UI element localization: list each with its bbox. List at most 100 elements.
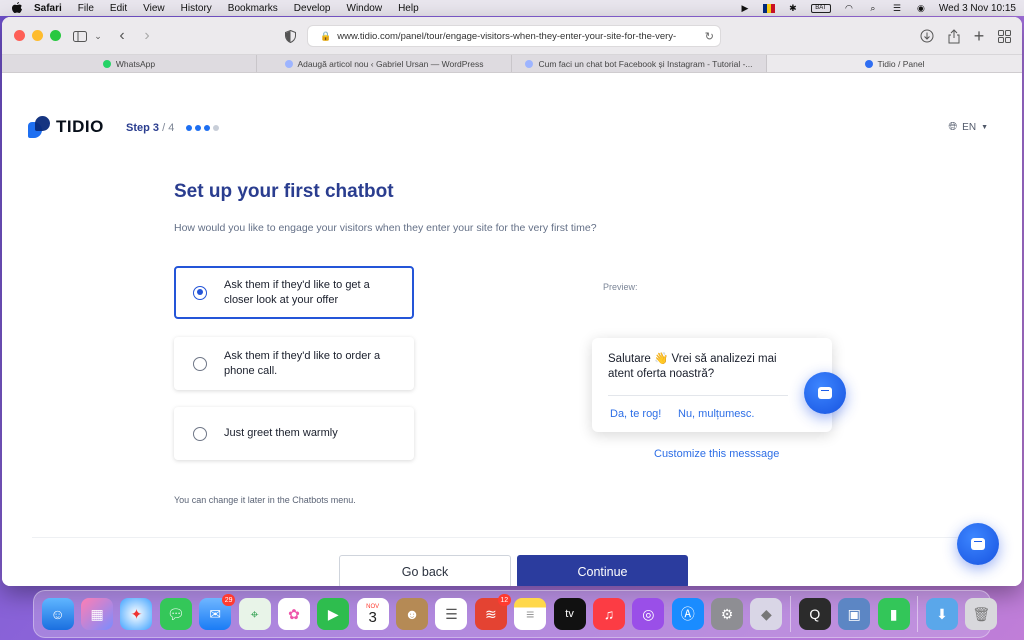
notes-icon[interactable]: ≡ — [514, 598, 547, 630]
siri-icon[interactable]: ◉ — [915, 3, 927, 13]
tab-bar: WhatsApp Adaugă articol nou ‹ Gabriel Ur… — [2, 55, 1022, 73]
menu-edit[interactable]: Edit — [110, 3, 127, 14]
tidio-logo-icon — [28, 116, 50, 138]
radio-button-selected[interactable] — [193, 285, 207, 300]
apple-tv-icon[interactable]: tv — [553, 598, 586, 630]
tab-wordpress[interactable]: Adaugă articol nou ‹ Gabriel Ursan — Wor… — [257, 55, 512, 72]
tab-label: Cum faci un chat bot Facebook și Instagr… — [538, 58, 753, 69]
forward-arrow-icon[interactable]: › — [137, 26, 157, 46]
todoist-badge: 12 — [497, 594, 511, 606]
control-center-icon[interactable]: ☰ — [891, 3, 903, 13]
whatsapp-icon — [102, 59, 111, 68]
quicktime-icon[interactable]: Q — [798, 598, 831, 630]
minimize-window-button[interactable] — [32, 30, 43, 41]
preview-app-icon[interactable]: ▣ — [838, 598, 871, 630]
progress-dot — [213, 125, 219, 131]
tab-label: Tidio / Panel — [877, 58, 925, 69]
menu-file[interactable]: File — [78, 3, 94, 14]
apple-icon[interactable] — [10, 1, 24, 15]
preview-label: Preview: — [603, 282, 638, 292]
menu-clock[interactable]: Wed 3 Nov 10:15 — [939, 3, 1016, 14]
podcasts-icon[interactable]: ◎ — [632, 598, 665, 630]
tab-whatsapp[interactable]: WhatsApp — [2, 55, 257, 72]
menu-view[interactable]: View — [143, 3, 165, 14]
maps-icon[interactable]: ⌖ — [238, 598, 271, 630]
contacts-icon[interactable]: ☻ — [396, 598, 429, 630]
sidebar-toggle-icon[interactable] — [70, 26, 90, 46]
reload-icon[interactable]: ↻ — [700, 30, 714, 43]
step-current: Step 3 — [126, 122, 160, 134]
option-label: Ask them if they'd like to get a closer … — [224, 278, 370, 306]
roblox-icon[interactable]: ◆ — [750, 598, 783, 630]
app-store-icon[interactable]: Ⓐ — [671, 598, 704, 630]
menu-app-name[interactable]: Safari — [34, 3, 62, 14]
preview-yes-button[interactable]: Da, te rog! — [610, 408, 661, 420]
share-icon[interactable] — [944, 26, 964, 46]
tv-label: tv — [565, 608, 574, 620]
footer-divider — [32, 537, 992, 538]
chat-bubble-icon — [971, 538, 985, 550]
photos-icon[interactable]: ✿ — [277, 598, 310, 630]
downloads-icon[interactable] — [917, 26, 937, 46]
radio-button[interactable] — [193, 356, 207, 371]
chat-widget-button[interactable] — [957, 523, 999, 565]
language-code: EN — [962, 122, 977, 133]
option-label: Just greet them warmly — [224, 427, 338, 439]
logo-text: TIDIO — [56, 117, 104, 136]
fullscreen-window-button[interactable] — [50, 30, 61, 41]
launchpad-icon[interactable]: ▦ — [81, 598, 114, 630]
trash-icon[interactable]: 🗑︎ — [965, 598, 998, 630]
address-bar[interactable]: 🔒 www.tidio.com/panel/tour/engage-visito… — [307, 25, 721, 47]
continue-button[interactable]: Continue — [517, 555, 688, 586]
search-icon[interactable]: ⌕ — [867, 3, 879, 13]
calendar-icon[interactable]: NOV 3 — [356, 598, 389, 630]
chevron-down-icon[interactable]: ⌄ — [88, 26, 108, 46]
back-arrow-icon[interactable]: ‹ — [112, 26, 132, 46]
messages-icon[interactable]: 💬︎ — [159, 598, 192, 630]
battery-icon[interactable]: BAT — [810, 3, 831, 13]
play-icon[interactable]: ▶ — [739, 3, 751, 13]
customize-message-link[interactable]: Customize this messsage — [654, 448, 779, 460]
bluetooth-icon[interactable]: ✱ — [787, 3, 799, 13]
go-back-button[interactable]: Go back — [339, 555, 511, 586]
safari-icon[interactable]: ✦ — [120, 598, 153, 630]
tidio-logo[interactable]: TIDIO — [28, 116, 104, 138]
divider — [608, 395, 788, 396]
menu-history[interactable]: History — [181, 3, 212, 14]
tab-tidio-panel[interactable]: Tidio / Panel — [767, 55, 1022, 72]
close-window-button[interactable] — [14, 30, 25, 41]
privacy-shield-icon[interactable] — [280, 26, 300, 46]
menu-bar: Safari File Edit View History Bookmarks … — [0, 0, 1024, 16]
tidio-icon — [864, 59, 873, 68]
option-phone-call[interactable]: Ask them if they'd like to order a phone… — [174, 337, 414, 390]
todoist-icon[interactable]: ≋ 12 — [474, 594, 511, 630]
menu-bookmarks[interactable]: Bookmarks — [228, 3, 278, 14]
preview-no-button[interactable]: Nu, mulțumesc. — [678, 408, 754, 420]
menu-window[interactable]: Window — [347, 3, 383, 14]
globe-icon: 🌐︎ — [948, 121, 958, 133]
downloads-folder-icon[interactable]: ⬇ — [925, 598, 958, 630]
caret-down-icon: ▼ — [981, 124, 988, 131]
facetime-icon[interactable]: ▶ — [317, 598, 350, 630]
romanian-flag-icon[interactable] — [762, 3, 775, 13]
mail-icon[interactable]: ✉ 29 — [199, 594, 236, 630]
tab-overview-icon[interactable] — [994, 26, 1014, 46]
option-label: Ask them if they'd like to order a phone… — [224, 349, 381, 377]
language-selector[interactable]: 🌐︎ EN ▼ — [948, 121, 988, 134]
new-tab-icon[interactable]: + — [969, 26, 989, 46]
progress-dot — [204, 125, 210, 131]
music-icon[interactable]: ♫ — [592, 598, 625, 630]
step-indicator: Step 3 / 4 — [126, 122, 174, 134]
menu-help[interactable]: Help — [398, 3, 419, 14]
option-closer-look[interactable]: Ask them if they'd like to get a closer … — [174, 266, 414, 319]
reminders-icon[interactable]: ☰ — [435, 598, 468, 630]
radio-button[interactable] — [193, 426, 207, 441]
chat-widget-preview-button[interactable] — [804, 372, 846, 414]
numbers-icon[interactable]: ▮ — [877, 598, 910, 630]
wifi-icon[interactable]: ◠ — [843, 3, 855, 13]
system-preferences-icon[interactable]: ⚙ — [711, 598, 744, 630]
menu-develop[interactable]: Develop — [294, 3, 331, 14]
tab-tutorial[interactable]: Cum faci un chat bot Facebook și Instagr… — [512, 55, 767, 72]
option-greet-warmly[interactable]: Just greet them warmly — [174, 407, 414, 460]
finder-icon[interactable]: ☺ — [41, 598, 74, 630]
